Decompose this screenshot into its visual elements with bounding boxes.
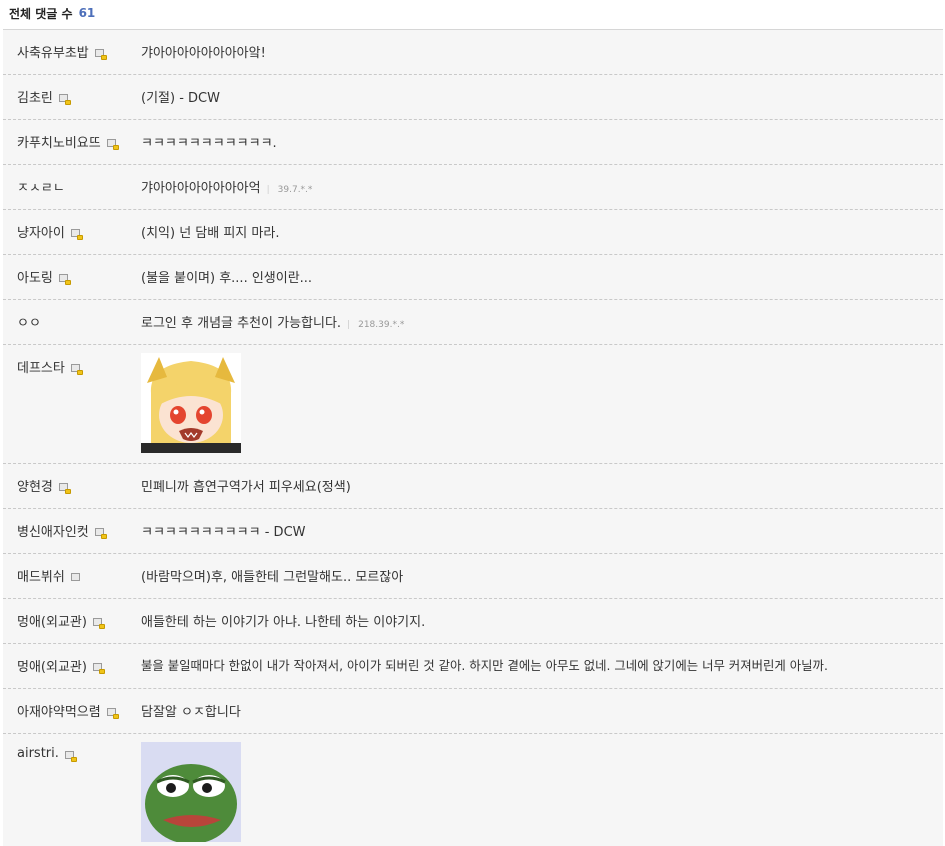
author-nickname[interactable]: 아재야약먹으렴	[17, 701, 101, 720]
comment-body: 갸아아아아아아아아앜!	[141, 46, 266, 61]
comment-author[interactable]: 냥자아이	[3, 210, 141, 241]
comment-row: 냥자아이 (치익) 넌 담배 피지 마라.	[3, 210, 943, 255]
comment-row: 아재야약먹으렴 담잘알 ㅇㅈ합니다	[3, 689, 943, 734]
comment-author[interactable]: 사축유부초밥	[3, 30, 141, 61]
comment-header: 전체 댓글 수 61	[0, 0, 945, 26]
comment-body: ㅋㅋㅋㅋㅋㅋㅋㅋㅋㅋ - DCW	[141, 525, 306, 540]
comment-text: 애들한테 하는 이야기가 아냐. 나한테 하는 이야기지.	[141, 599, 943, 630]
comment-body: 애들한테 하는 이야기가 아냐. 나한테 하는 이야기지.	[141, 615, 426, 630]
dccon-blonde-girl-image[interactable]	[141, 353, 241, 453]
comment-text: 로그인 후 개념글 추천이 가능합니다. | 218.39.*.*	[141, 300, 943, 331]
comment-row: ㅇㅇ 로그인 후 개념글 추천이 가능합니다. | 218.39.*.*	[3, 300, 943, 345]
gallog-lock-icon[interactable]	[70, 364, 83, 375]
comment-count: 61	[78, 6, 96, 20]
comment-body: ㅋㅋㅋㅋㅋㅋㅋㅋㅋㅋㅋ.	[141, 136, 277, 151]
gallog-lock-icon[interactable]	[92, 663, 105, 674]
gallog-lock-icon[interactable]	[92, 618, 105, 629]
comment-row: 김초린 (기절) - DCW	[3, 75, 943, 120]
comment-text: ㅋㅋㅋㅋㅋㅋㅋㅋㅋㅋ - DCW	[141, 509, 943, 540]
gallog-lock-icon[interactable]	[106, 139, 119, 150]
author-nickname[interactable]: 멍애(외교관)	[17, 611, 87, 630]
comment-row: 멍애(외교관) 불을 붙일때마다 한없이 내가 작아져서, 아이가 되버린 것 …	[3, 644, 943, 689]
gallog-lock-icon[interactable]	[70, 229, 83, 240]
comment-row: airstri.	[3, 734, 943, 846]
gallog-lock-icon[interactable]	[58, 274, 71, 285]
author-nickname[interactable]: ㅇㅇ	[17, 312, 41, 331]
comment-text: (바람막으며)후, 애들한테 그런말해도.. 모르잖아	[141, 554, 943, 585]
gallog-lock-icon[interactable]	[58, 94, 71, 105]
comment-row: 사축유부초밥 갸아아아아아아아아앜!	[3, 30, 943, 75]
author-nickname[interactable]: 냥자아이	[17, 222, 65, 241]
author-nickname[interactable]: airstri.	[17, 746, 59, 761]
gallog-lock-icon[interactable]	[106, 708, 119, 719]
comment-body: (기절) - DCW	[141, 91, 220, 106]
comment-image	[141, 345, 943, 457]
comment-text: 불을 붙일때마다 한없이 내가 작아져서, 아이가 되버린 것 같아. 하지만 …	[141, 644, 943, 674]
comment-author[interactable]: 김초린	[3, 75, 141, 106]
author-nickname[interactable]: 사축유부초밥	[17, 42, 89, 61]
comment-body: (치익) 넌 담배 피지 마라.	[141, 226, 280, 241]
comment-author[interactable]: ㅈㅅㄹㄴ	[3, 165, 141, 196]
comment-author[interactable]: 매드뷔쉬	[3, 554, 141, 585]
comment-row: 병신애자인컷 ㅋㅋㅋㅋㅋㅋㅋㅋㅋㅋ - DCW	[3, 509, 943, 554]
dccon-pepe-frog-image[interactable]	[141, 742, 241, 844]
author-nickname[interactable]: 카푸치노비요뜨	[17, 132, 101, 151]
gallog-icon[interactable]	[70, 573, 82, 582]
author-nickname[interactable]: 김초린	[17, 87, 53, 106]
comment-list: 사축유부초밥 갸아아아아아아아아앜! 김초린 (기절) - DCW 카푸치노비요…	[3, 29, 943, 846]
comment-row: 멍애(외교관) 애들한테 하는 이야기가 아냐. 나한테 하는 이야기지.	[3, 599, 943, 644]
comment-author[interactable]: 아도링	[3, 255, 141, 286]
comment-text: ㅋㅋㅋㅋㅋㅋㅋㅋㅋㅋㅋ.	[141, 120, 943, 151]
comment-row: 아도링 (불을 붙이며) 후.... 인생이란...	[3, 255, 943, 300]
comment-text: 갸아아아아아아아아앜!	[141, 30, 943, 61]
author-nickname[interactable]: 아도링	[17, 267, 53, 286]
gallog-lock-icon[interactable]	[94, 528, 107, 539]
author-nickname[interactable]: 멍애(외교관)	[17, 656, 87, 675]
comment-body: (불을 붙이며) 후.... 인생이란...	[141, 271, 313, 286]
comment-author[interactable]: 카푸치노비요뜨	[3, 120, 141, 151]
ip-separator: |	[347, 320, 351, 330]
comment-author[interactable]: 멍애(외교관)	[3, 599, 141, 630]
ip-separator: |	[266, 185, 270, 195]
gallog-lock-icon[interactable]	[94, 49, 107, 60]
comment-image	[141, 734, 943, 846]
comment-body: 민폐니까 흡연구역가서 피우세요(정색)	[141, 480, 351, 495]
comment-row: ㅈㅅㄹㄴ 갸아아아아아아아아억 | 39.7.*.*	[3, 165, 943, 210]
comment-author[interactable]: 데프스타	[3, 345, 141, 376]
gallog-lock-icon[interactable]	[64, 751, 77, 762]
comment-body: 불을 붙일때마다 한없이 내가 작아져서, 아이가 되버린 것 같아. 하지만 …	[141, 658, 828, 673]
comment-row: 카푸치노비요뜨 ㅋㅋㅋㅋㅋㅋㅋㅋㅋㅋㅋ.	[3, 120, 943, 165]
author-nickname[interactable]: 양현경	[17, 476, 53, 495]
comment-body: 담잘알 ㅇㅈ합니다	[141, 705, 241, 720]
comment-text: 민폐니까 흡연구역가서 피우세요(정색)	[141, 464, 943, 495]
author-nickname[interactable]: 데프스타	[17, 357, 65, 376]
comment-author[interactable]: ㅇㅇ	[3, 300, 141, 331]
ip-address: 39.7.*.*	[277, 185, 313, 195]
comment-author[interactable]: 아재야약먹으렴	[3, 689, 141, 720]
gallog-lock-icon[interactable]	[58, 483, 71, 494]
comment-body: 로그인 후 개념글 추천이 가능합니다.	[141, 316, 342, 331]
comment-row: 매드뷔쉬 (바람막으며)후, 애들한테 그런말해도.. 모르잖아	[3, 554, 943, 599]
comment-body: (바람막으며)후, 애들한테 그런말해도.. 모르잖아	[141, 570, 404, 585]
comment-text: (치익) 넌 담배 피지 마라.	[141, 210, 943, 241]
comment-row: 양현경 민폐니까 흡연구역가서 피우세요(정색)	[3, 464, 943, 509]
author-nickname[interactable]: 병신애자인컷	[17, 521, 89, 540]
comment-text: (불을 붙이며) 후.... 인생이란...	[141, 255, 943, 286]
author-nickname[interactable]: ㅈㅅㄹㄴ	[17, 177, 65, 196]
comment-author[interactable]: airstri.	[3, 734, 141, 762]
author-nickname[interactable]: 매드뷔쉬	[17, 566, 65, 585]
comment-author[interactable]: 병신애자인컷	[3, 509, 141, 540]
comment-body: 갸아아아아아아아아억	[141, 181, 261, 196]
comment-count-label: 전체 댓글 수	[9, 6, 73, 21]
comment-text: 갸아아아아아아아아억 | 39.7.*.*	[141, 165, 943, 196]
comment-author[interactable]: 멍애(외교관)	[3, 644, 141, 675]
ip-address: 218.39.*.*	[358, 320, 405, 330]
comment-text: 담잘알 ㅇㅈ합니다	[141, 689, 943, 720]
comment-author[interactable]: 양현경	[3, 464, 141, 495]
comment-text: (기절) - DCW	[141, 75, 943, 106]
comment-row: 데프스타	[3, 345, 943, 464]
